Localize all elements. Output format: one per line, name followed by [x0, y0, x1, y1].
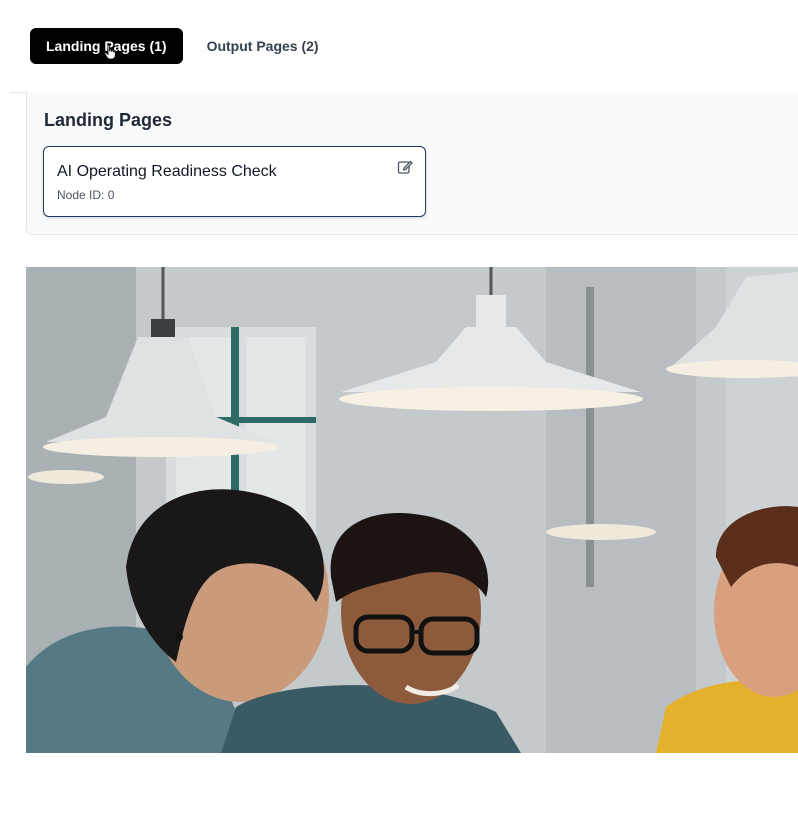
- tab-landing-pages[interactable]: Landing Pages (1): [30, 28, 183, 64]
- landing-pages-panel: Landing Pages AI Operating Readiness Che…: [26, 92, 798, 235]
- office-photo-illustration: [26, 267, 798, 753]
- tab-output-pages[interactable]: Output Pages (2): [191, 28, 335, 64]
- panel-title: Landing Pages: [44, 110, 173, 130]
- node-id-label: Node ID: 0: [57, 188, 115, 202]
- card-title: AI Operating Readiness Check: [57, 163, 277, 180]
- hand-pointer-icon: [104, 44, 116, 60]
- tab-output-pages-label: Output Pages (2): [206, 38, 319, 54]
- hero-image: [26, 267, 798, 753]
- tab-bar: Landing Pages (1) Output Pages (2): [30, 28, 335, 64]
- edit-icon[interactable]: [397, 159, 413, 175]
- landing-page-card[interactable]: AI Operating Readiness Check Node ID: 0: [43, 146, 426, 217]
